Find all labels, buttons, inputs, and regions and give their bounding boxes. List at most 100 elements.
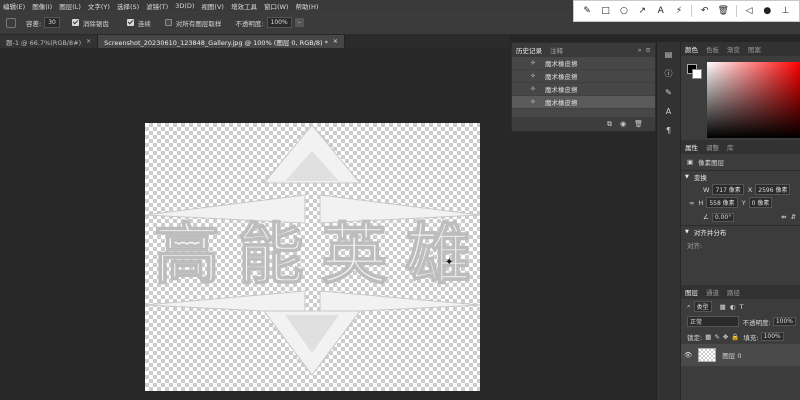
filter-type-icon[interactable]: T bbox=[739, 303, 743, 311]
history-item[interactable]: ✧ 魔术橡皮擦 bbox=[512, 83, 655, 96]
circle-icon[interactable]: ○ bbox=[618, 5, 630, 17]
foreground-background-swatch[interactable] bbox=[687, 64, 703, 80]
document-canvas[interactable]: 高 能 英 雄 ✦ bbox=[144, 123, 481, 391]
transform-section-header[interactable]: ▼ 变换 bbox=[681, 170, 800, 183]
opacity-input[interactable]: 100% bbox=[266, 17, 292, 28]
magic-eraser-icon: ✧ bbox=[530, 97, 536, 106]
brush-panel-icon[interactable]: ✎ bbox=[661, 85, 677, 99]
color-panel bbox=[681, 56, 800, 140]
divider bbox=[691, 5, 693, 17]
chevron-down-icon[interactable]: ⌄ bbox=[294, 18, 304, 27]
x-input[interactable]: 2596 像素 bbox=[755, 184, 791, 195]
history-item-selected[interactable]: ✧ 魔术橡皮擦 bbox=[512, 96, 655, 109]
layer-opacity-input[interactable]: 100% bbox=[772, 317, 796, 326]
tolerance-input[interactable]: 30 bbox=[44, 17, 60, 28]
layer-row[interactable]: 👁 图层 0 bbox=[681, 344, 800, 366]
tab-notes[interactable]: 注释 bbox=[550, 45, 563, 55]
trash-icon[interactable]: 🗑 bbox=[717, 5, 729, 17]
history-panel: 历史记录 注释 » ≡ ✧ 魔术橡皮擦 ✧ 魔术橡皮擦 ✧ 魔术橡皮擦 ✧ 魔术… bbox=[511, 42, 656, 132]
history-item[interactable]: ✧ 魔术橡皮擦 bbox=[512, 70, 655, 83]
tab-channels[interactable]: 通道 bbox=[706, 287, 719, 297]
tab-color[interactable]: 颜色 bbox=[685, 44, 698, 54]
history-panel-icon[interactable]: ▤ bbox=[661, 47, 677, 61]
lock-move-icon[interactable]: ✥ bbox=[723, 333, 728, 341]
color-picker-field[interactable] bbox=[707, 62, 800, 138]
filter-adjust-icon[interactable]: ◐ bbox=[730, 303, 736, 311]
blend-mode-select[interactable]: 正常 bbox=[687, 316, 739, 327]
menu-image[interactable]: 图像(I) bbox=[32, 1, 52, 11]
antialias-checkbox[interactable] bbox=[71, 19, 79, 26]
microphone-icon[interactable]: ● bbox=[761, 5, 773, 17]
height-input[interactable]: 558 像素 bbox=[706, 197, 738, 208]
tab-gradients[interactable]: 渐变 bbox=[727, 44, 740, 54]
arrow-icon[interactable]: ↗ bbox=[636, 5, 648, 17]
menu-window[interactable]: 窗口(W) bbox=[264, 1, 289, 11]
close-icon[interactable]: × bbox=[86, 38, 91, 45]
artwork-char: 高 bbox=[153, 215, 221, 294]
flip-vertical-icon[interactable]: ⇵ bbox=[791, 213, 796, 221]
collapse-icon[interactable]: » bbox=[638, 46, 642, 54]
sample-all-checkbox[interactable] bbox=[164, 19, 172, 26]
tab-properties[interactable]: 属性 bbox=[685, 142, 698, 152]
lock-all-icon[interactable]: 🔒 bbox=[731, 333, 739, 341]
collapsed-panel-strip: ▤ ⓘ ✎ A ¶ bbox=[656, 42, 680, 400]
artwork-char: 雄 bbox=[404, 215, 472, 294]
layer-thumbnail bbox=[698, 348, 717, 362]
rectangle-icon[interactable]: □ bbox=[600, 5, 612, 17]
filter-pixel-icon[interactable]: ▦ bbox=[720, 303, 726, 311]
menu-plugins[interactable]: 增效工具 bbox=[231, 1, 257, 11]
align-section-header[interactable]: ▼ 对齐并分布 bbox=[681, 225, 800, 238]
magic-wand-icon[interactable]: ⚡ bbox=[673, 5, 685, 17]
tab-paths[interactable]: 路径 bbox=[727, 287, 740, 297]
document-tabs: 题-1 @ 66.7%(RGB/8#) × Screenshot_2023061… bbox=[0, 35, 510, 48]
eye-icon[interactable]: 👁 bbox=[684, 351, 692, 359]
lock-brush-icon[interactable]: ✎ bbox=[714, 333, 719, 341]
paragraph-panel-icon[interactable]: ¶ bbox=[661, 123, 677, 137]
tab-layers[interactable]: 图层 bbox=[685, 287, 698, 297]
tab-swatches[interactable]: 色板 bbox=[706, 44, 719, 54]
menu-help[interactable]: 帮助(H) bbox=[295, 1, 318, 11]
undo-icon[interactable]: ↶ bbox=[699, 5, 711, 17]
panel-menu-icon[interactable]: ≡ bbox=[646, 46, 651, 54]
camera-snapshot-icon[interactable]: ◉ bbox=[620, 120, 626, 128]
tab-libraries[interactable]: 库 bbox=[727, 142, 734, 152]
filter-kind-select[interactable]: 类型 bbox=[693, 301, 712, 312]
angle-input[interactable]: 0.00° bbox=[711, 212, 735, 222]
character-panel-icon[interactable]: A bbox=[661, 104, 677, 118]
w-label: W bbox=[703, 185, 710, 194]
trash-icon[interactable]: 🗑 bbox=[634, 120, 643, 128]
info-panel-icon[interactable]: ⓘ bbox=[661, 66, 677, 80]
menu-3d[interactable]: 3D(D) bbox=[175, 2, 194, 10]
new-document-from-state-icon[interactable]: ⧉ bbox=[607, 120, 612, 129]
pin-icon[interactable]: ⊥ bbox=[780, 5, 792, 17]
speaker-icon[interactable]: ◁ bbox=[743, 5, 755, 17]
history-item-label: 魔术橡皮擦 bbox=[545, 73, 578, 81]
tab-history[interactable]: 历史记录 bbox=[516, 45, 542, 55]
fill-input[interactable]: 100% bbox=[760, 332, 784, 341]
history-item[interactable]: ✧ 魔术橡皮擦 bbox=[512, 57, 655, 70]
menu-filter[interactable]: 滤镜(T) bbox=[146, 1, 168, 11]
menu-edit[interactable]: 编辑(E) bbox=[3, 1, 25, 11]
menu-type[interactable]: 文字(Y) bbox=[88, 1, 110, 11]
menu-layer[interactable]: 图层(L) bbox=[59, 1, 81, 11]
menu-select[interactable]: 选择(S) bbox=[117, 1, 139, 11]
pen-icon[interactable]: ✎ bbox=[581, 5, 593, 17]
tab-patterns[interactable]: 图案 bbox=[748, 44, 761, 54]
width-x-row: W 717 像素 X 2596 像素 bbox=[681, 183, 800, 196]
width-input[interactable]: 717 像素 bbox=[712, 184, 744, 195]
menu-view[interactable]: 视图(V) bbox=[201, 1, 224, 11]
contiguous-checkbox[interactable] bbox=[126, 19, 134, 26]
tab-document-2[interactable]: Screenshot_20230610_123848_Gallery.jpg @… bbox=[98, 35, 345, 48]
flip-horizontal-icon[interactable]: ⇹ bbox=[781, 213, 786, 221]
tab-adjustments[interactable]: 调整 bbox=[706, 142, 719, 152]
lock-pixels-icon[interactable]: ▦ bbox=[705, 333, 711, 341]
layer-name[interactable]: 图层 0 bbox=[722, 350, 741, 360]
y-input[interactable]: 0 像素 bbox=[748, 197, 773, 208]
magic-eraser-icon: ✧ bbox=[530, 58, 536, 67]
tool-options-icon[interactable] bbox=[6, 17, 16, 28]
close-icon[interactable]: × bbox=[333, 38, 338, 45]
link-icon[interactable]: ∞ bbox=[689, 199, 694, 207]
background-color[interactable] bbox=[692, 69, 702, 79]
tab-document-1[interactable]: 题-1 @ 66.7%(RGB/8#) × bbox=[0, 35, 99, 48]
text-icon[interactable]: A bbox=[655, 5, 667, 17]
